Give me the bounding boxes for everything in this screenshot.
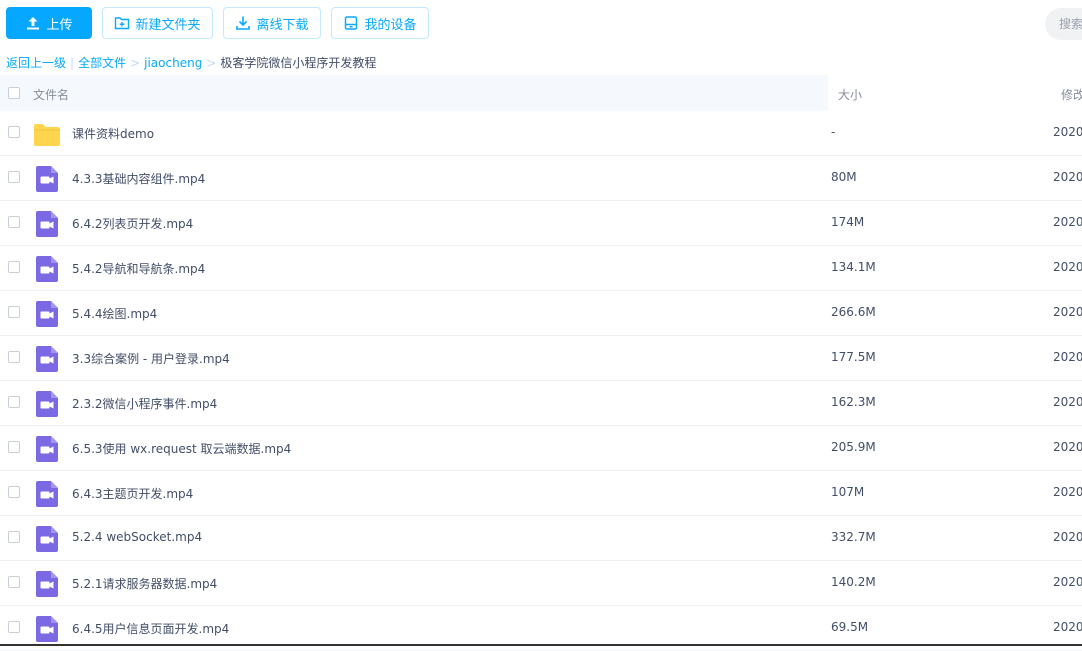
row-checkbox[interactable] xyxy=(8,441,20,453)
file-modified: 2020- xyxy=(1053,620,1082,634)
file-modified: 2020- xyxy=(1053,215,1082,229)
row-checkbox[interactable] xyxy=(8,486,20,498)
file-name[interactable]: 5.4.2导航和导航条.mp4 xyxy=(72,260,205,277)
my-devices-label: 我的设备 xyxy=(364,17,417,33)
video-file-icon xyxy=(36,436,62,462)
row-checkbox[interactable] xyxy=(8,306,20,318)
video-file-icon xyxy=(36,256,62,282)
upload-label: 上传 xyxy=(46,17,73,33)
table-row[interactable]: 5.2.4 webSocket.mp4 332.7M 2020- xyxy=(0,516,1082,561)
file-name[interactable]: 4.3.3基础内容组件.mp4 xyxy=(72,170,205,187)
row-checkbox[interactable] xyxy=(8,351,20,363)
file-name[interactable]: 6.4.3主题页开发.mp4 xyxy=(72,485,193,502)
column-modified-header[interactable]: 修改 xyxy=(1061,86,1082,103)
file-modified: 2020- xyxy=(1053,530,1082,544)
file-name[interactable]: 6.4.5用户信息页面开发.mp4 xyxy=(72,620,229,637)
table-row[interactable]: 6.4.3主题页开发.mp4 107M 2020- xyxy=(0,471,1082,516)
select-all-checkbox[interactable] xyxy=(8,87,20,99)
video-file-icon xyxy=(36,166,62,192)
file-size: 107M xyxy=(831,485,865,499)
file-size: 332.7M xyxy=(831,530,876,544)
file-modified: 2020- xyxy=(1053,350,1082,364)
file-size: 205.9M xyxy=(831,440,876,454)
new-folder-icon xyxy=(114,15,130,31)
video-file-icon xyxy=(36,526,62,552)
file-size: 134.1M xyxy=(831,260,876,274)
back-link[interactable]: 返回上一级 xyxy=(6,56,66,70)
file-size: 177.5M xyxy=(831,350,876,364)
file-name[interactable]: 5.2.4 webSocket.mp4 xyxy=(72,530,202,544)
download-icon xyxy=(235,15,251,31)
file-modified: 2020- xyxy=(1053,575,1082,589)
table-row[interactable]: 5.4.4绘图.mp4 266.6M 2020- xyxy=(0,291,1082,336)
file-modified: 2020- xyxy=(1053,170,1082,184)
row-checkbox[interactable] xyxy=(8,171,20,183)
video-file-icon xyxy=(36,301,62,327)
breadcrumb-chevron: > xyxy=(206,56,217,70)
file-size: 69.5M xyxy=(831,620,869,634)
breadcrumb-current: 极客学院微信小程序开发教程 xyxy=(220,56,377,70)
column-size-header[interactable]: 大小 xyxy=(838,86,862,103)
breadcrumb-jiaocheng[interactable]: jiaocheng xyxy=(144,56,202,70)
video-file-icon xyxy=(36,571,62,597)
table-row[interactable]: 5.4.2导航和导航条.mp4 134.1M 2020- xyxy=(0,246,1082,291)
file-name[interactable]: 3.3综合案例 - 用户登录.mp4 xyxy=(72,350,230,367)
my-devices-button[interactable]: 我的设备 xyxy=(331,7,429,39)
row-checkbox[interactable] xyxy=(8,531,20,543)
folder-icon xyxy=(34,124,60,148)
file-size: 80M xyxy=(831,170,857,184)
breadcrumb: 返回上一级 | 全部文件 > jiaocheng > 极客学院微信小程序开发教程 xyxy=(6,54,376,72)
table-row[interactable]: 4.3.3基础内容组件.mp4 80M 2020- xyxy=(0,156,1082,201)
file-size: 140.2M xyxy=(831,575,876,589)
video-file-icon xyxy=(36,346,62,372)
row-checkbox[interactable] xyxy=(8,216,20,228)
file-name[interactable]: 6.4.2列表页开发.mp4 xyxy=(72,215,193,232)
file-name[interactable]: 5.2.1请求服务器数据.mp4 xyxy=(72,575,217,592)
breadcrumb-all-files[interactable]: 全部文件 xyxy=(78,56,126,70)
new-folder-label: 新建文件夹 xyxy=(135,17,201,33)
file-size: 162.3M xyxy=(831,395,876,409)
row-checkbox[interactable] xyxy=(8,126,20,138)
video-file-icon xyxy=(36,211,62,237)
row-checkbox[interactable] xyxy=(8,396,20,408)
upload-button[interactable]: 上传 xyxy=(6,7,92,39)
offline-download-button[interactable]: 离线下载 xyxy=(223,7,321,39)
file-name[interactable]: 6.5.3使用 wx.request 取云端数据.mp4 xyxy=(72,440,291,457)
table-row[interactable]: 6.4.2列表页开发.mp4 174M 2020- xyxy=(0,201,1082,246)
file-name[interactable]: 课件资料demo xyxy=(72,125,154,142)
name-column-header-bg xyxy=(0,75,828,111)
breadcrumb-chevron: > xyxy=(130,56,141,70)
video-file-icon xyxy=(36,481,62,507)
search-input[interactable]: 搜索 xyxy=(1045,8,1082,40)
file-modified: 2020- xyxy=(1053,485,1082,499)
file-name[interactable]: 2.3.2微信小程序事件.mp4 xyxy=(72,395,217,412)
video-file-icon xyxy=(36,391,62,417)
file-modified: 2020- xyxy=(1053,125,1082,139)
table-header: 文件名 大小 修改 xyxy=(0,75,1082,111)
toolbar: 上传 新建文件夹 离线下载 我的设备 搜索 xyxy=(0,0,1082,48)
file-modified: 2020- xyxy=(1053,395,1082,409)
video-file-icon xyxy=(36,616,62,642)
table-row[interactable]: 课件资料demo - 2020- xyxy=(0,111,1082,156)
row-checkbox[interactable] xyxy=(8,576,20,588)
table-row[interactable]: 2.3.2微信小程序事件.mp4 162.3M 2020- xyxy=(0,381,1082,426)
table-row[interactable]: 5.2.1请求服务器数据.mp4 140.2M 2020- xyxy=(0,561,1082,606)
file-size: 174M xyxy=(831,215,865,229)
upload-icon xyxy=(25,15,41,31)
file-modified: 2020- xyxy=(1053,305,1082,319)
file-size: 266.6M xyxy=(831,305,876,319)
file-name[interactable]: 5.4.4绘图.mp4 xyxy=(72,305,157,322)
row-checkbox[interactable] xyxy=(8,621,20,633)
column-name-header[interactable]: 文件名 xyxy=(33,86,69,103)
offline-download-label: 离线下载 xyxy=(256,17,309,33)
row-checkbox[interactable] xyxy=(8,261,20,273)
breadcrumb-divider: | xyxy=(70,56,75,70)
file-size: - xyxy=(831,125,836,139)
table-row[interactable]: 3.3综合案例 - 用户登录.mp4 177.5M 2020- xyxy=(0,336,1082,381)
new-folder-button[interactable]: 新建文件夹 xyxy=(102,7,213,39)
file-modified: 2020- xyxy=(1053,440,1082,454)
device-icon xyxy=(343,15,359,31)
table-row[interactable]: 6.5.3使用 wx.request 取云端数据.mp4 205.9M 2020- xyxy=(0,426,1082,471)
file-modified: 2020- xyxy=(1053,260,1082,274)
